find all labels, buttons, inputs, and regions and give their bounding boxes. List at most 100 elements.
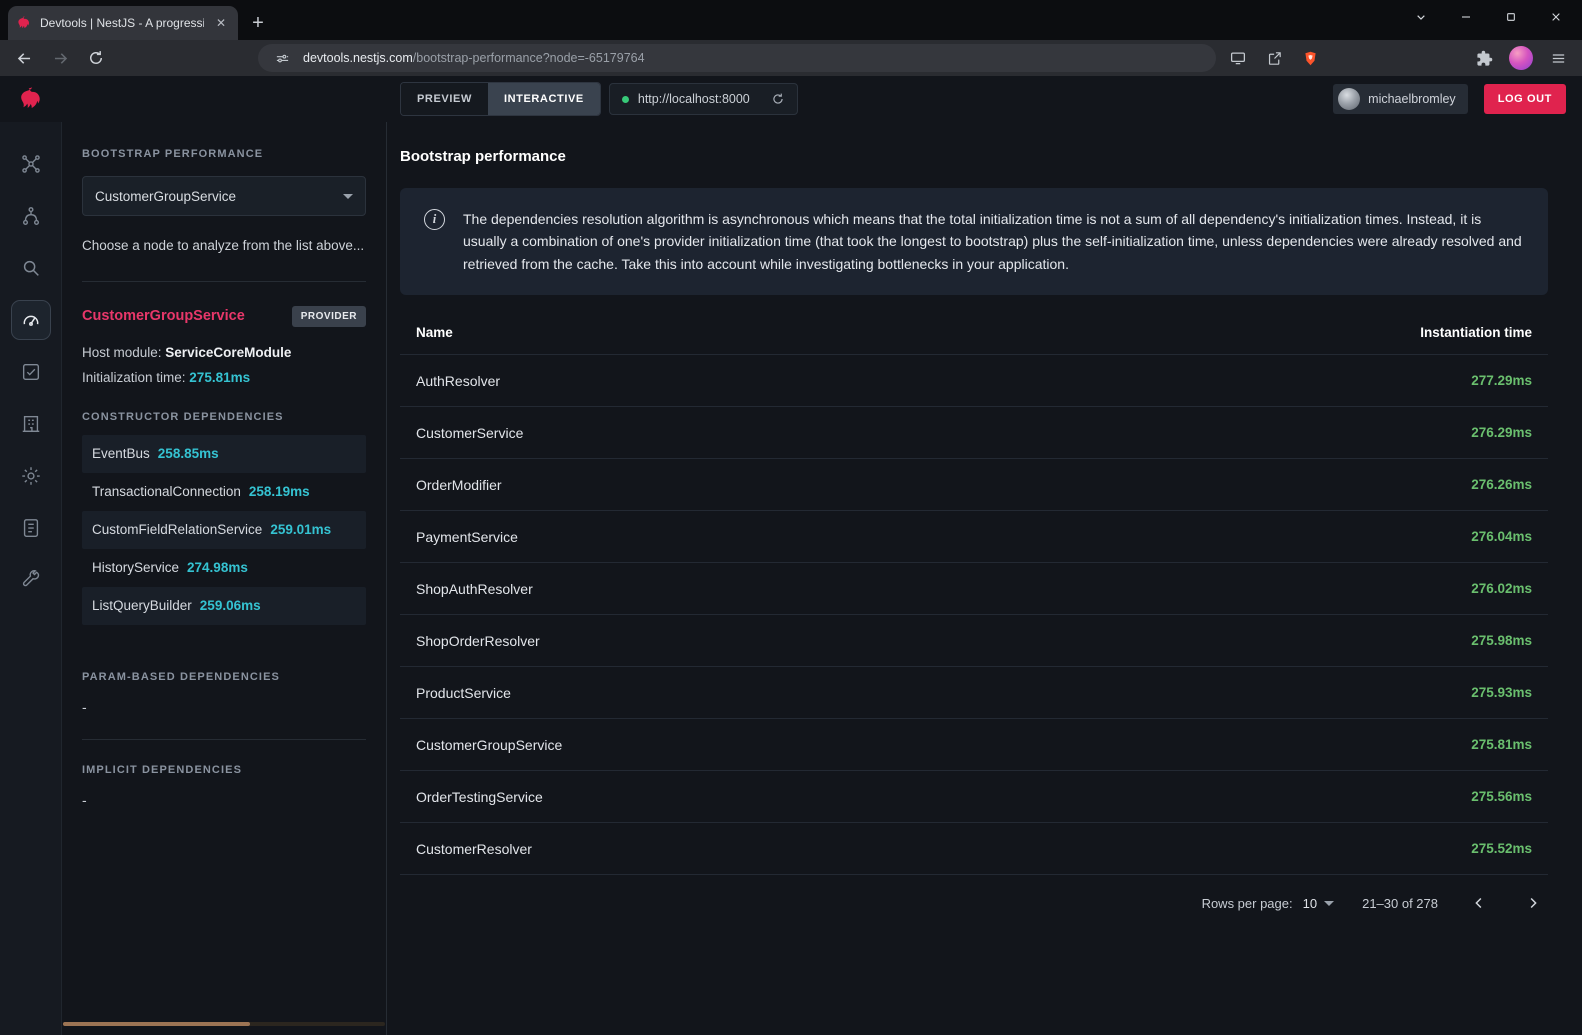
nav-routes-icon[interactable] bbox=[11, 196, 51, 236]
new-tab-button[interactable]: + bbox=[244, 9, 272, 37]
interactive-mode-button[interactable]: INTERACTIVE bbox=[488, 83, 600, 115]
cast-tab-icon[interactable] bbox=[1226, 46, 1250, 70]
site-settings-icon[interactable] bbox=[270, 46, 294, 70]
dependency-item[interactable]: EventBus 258.85ms bbox=[82, 435, 366, 473]
table-row[interactable]: ProductService 275.93ms bbox=[400, 666, 1548, 718]
dependency-name: TransactionalConnection bbox=[92, 484, 241, 499]
row-instantiation-time: 277.29ms bbox=[1471, 373, 1532, 388]
table-row[interactable]: CustomerResolver 275.52ms bbox=[400, 822, 1548, 874]
info-icon: i bbox=[424, 209, 445, 230]
rows-per-page-value: 10 bbox=[1303, 896, 1317, 911]
row-name: ProductService bbox=[416, 685, 511, 701]
nav-search-icon[interactable] bbox=[11, 248, 51, 288]
share-icon[interactable] bbox=[1262, 46, 1286, 70]
scrollbar-thumb[interactable] bbox=[63, 1022, 250, 1026]
nav-checklist-icon[interactable] bbox=[11, 352, 51, 392]
bootstrap-sidebar: BOOTSTRAP PERFORMANCE CustomerGroupServi… bbox=[62, 122, 387, 1035]
dependency-time: 258.85ms bbox=[158, 446, 219, 461]
row-instantiation-time: 276.26ms bbox=[1471, 477, 1532, 492]
table-row[interactable]: CustomerGroupService 275.81ms bbox=[400, 718, 1548, 770]
row-name: CustomerService bbox=[416, 425, 523, 441]
constructor-dependency-list: EventBus 258.85ms TransactionalConnectio… bbox=[82, 435, 366, 625]
browser-profile-avatar[interactable] bbox=[1509, 46, 1533, 70]
connection-status-dot bbox=[622, 96, 629, 103]
table-row[interactable]: ShopAuthResolver 276.02ms bbox=[400, 562, 1548, 614]
column-name: Name bbox=[416, 325, 453, 340]
user-chip[interactable]: michaelbromley bbox=[1333, 84, 1468, 114]
forward-button[interactable] bbox=[48, 46, 72, 70]
dependency-time: 258.19ms bbox=[249, 484, 310, 499]
target-url-field[interactable]: http://localhost:8000 bbox=[609, 83, 798, 115]
init-time-row: Initialization time: 275.81ms bbox=[82, 370, 366, 385]
init-time-value: 275.81ms bbox=[189, 370, 250, 385]
reload-button[interactable] bbox=[84, 46, 108, 70]
main-content: Bootstrap performance i The dependencies… bbox=[387, 122, 1582, 1035]
implicit-deps-empty: - bbox=[82, 792, 366, 808]
dependency-item[interactable]: HistoryService 274.98ms bbox=[82, 549, 366, 587]
nav-graph-icon[interactable] bbox=[11, 144, 51, 184]
row-instantiation-time: 275.93ms bbox=[1471, 685, 1532, 700]
row-name: PaymentService bbox=[416, 529, 518, 545]
table-row[interactable]: CustomerService 276.29ms bbox=[400, 406, 1548, 458]
nav-settings-gear-icon[interactable] bbox=[11, 456, 51, 496]
brave-shields-icon[interactable] bbox=[1298, 46, 1322, 70]
nav-tools-wrench-icon[interactable] bbox=[11, 560, 51, 600]
host-module-label: Host module: bbox=[82, 345, 165, 360]
dependency-time: 259.01ms bbox=[270, 522, 331, 537]
horizontal-scrollbar[interactable] bbox=[63, 1022, 385, 1026]
preview-mode-button[interactable]: PREVIEW bbox=[401, 83, 488, 115]
rows-per-page-label: Rows per page: bbox=[1202, 896, 1293, 911]
browser-menu-icon[interactable] bbox=[1546, 46, 1570, 70]
row-name: OrderModifier bbox=[416, 477, 502, 493]
table-row[interactable]: OrderModifier 276.26ms bbox=[400, 458, 1548, 510]
window-close-button[interactable] bbox=[1533, 1, 1578, 33]
browser-tab[interactable]: Devtools | NestJS - A progressive ✕ bbox=[8, 6, 238, 40]
dependency-time: 274.98ms bbox=[187, 560, 248, 575]
dependency-name: HistoryService bbox=[92, 560, 179, 575]
user-avatar bbox=[1338, 88, 1360, 110]
address-bar[interactable]: devtools.nestjs.com/bootstrap-performanc… bbox=[258, 44, 1216, 72]
nestjs-favicon-icon bbox=[16, 15, 32, 31]
nav-modules-icon[interactable] bbox=[11, 404, 51, 444]
user-name: michaelbromley bbox=[1368, 92, 1456, 106]
row-instantiation-time: 275.52ms bbox=[1471, 841, 1532, 856]
previous-page-icon[interactable] bbox=[1466, 890, 1492, 916]
extensions-icon[interactable] bbox=[1472, 46, 1496, 70]
nav-performance-gauge-icon[interactable] bbox=[11, 300, 51, 340]
dependency-item[interactable]: TransactionalConnection 258.19ms bbox=[82, 473, 366, 511]
url-domain: devtools.nestjs.com bbox=[303, 51, 413, 65]
window-maximize-button[interactable] bbox=[1488, 1, 1533, 33]
back-button[interactable] bbox=[12, 46, 36, 70]
dependency-item[interactable]: ListQueryBuilder 259.06ms bbox=[82, 587, 366, 625]
logout-button[interactable]: LOG OUT bbox=[1484, 84, 1566, 114]
window-minimize-button[interactable] bbox=[1443, 1, 1488, 33]
init-time-label: Initialization time: bbox=[82, 370, 189, 385]
tab-close-icon[interactable]: ✕ bbox=[212, 14, 230, 32]
dependency-name: CustomFieldRelationService bbox=[92, 522, 262, 537]
preview-mode-toggle: PREVIEW INTERACTIVE bbox=[400, 82, 601, 116]
nav-docs-icon[interactable] bbox=[11, 508, 51, 548]
url-text: devtools.nestjs.com/bootstrap-performanc… bbox=[303, 51, 645, 65]
rows-per-page-select[interactable]: 10 bbox=[1303, 896, 1334, 911]
row-name: ShopOrderResolver bbox=[416, 633, 540, 649]
divider bbox=[82, 739, 366, 740]
selected-node-name: CustomerGroupService bbox=[82, 308, 245, 324]
chevron-down-icon bbox=[1324, 901, 1334, 906]
target-refresh-icon[interactable] bbox=[771, 92, 785, 106]
dependency-name: EventBus bbox=[92, 446, 150, 461]
browser-tabstrip: Devtools | NestJS - A progressive ✕ + bbox=[0, 0, 1582, 40]
node-select-dropdown[interactable]: CustomerGroupService bbox=[82, 176, 366, 216]
row-name: ShopAuthResolver bbox=[416, 581, 533, 597]
table-row[interactable]: AuthResolver 277.29ms bbox=[400, 354, 1548, 406]
dependency-item[interactable]: CustomFieldRelationService 259.01ms bbox=[82, 511, 366, 549]
next-page-icon[interactable] bbox=[1520, 890, 1546, 916]
url-path: /bootstrap-performance?node=-65179764 bbox=[413, 51, 645, 65]
table-row[interactable]: OrderTestingService 275.56ms bbox=[400, 770, 1548, 822]
table-row[interactable]: PaymentService 276.04ms bbox=[400, 510, 1548, 562]
browser-toolbar: devtools.nestjs.com/bootstrap-performanc… bbox=[0, 40, 1582, 76]
row-instantiation-time: 276.04ms bbox=[1471, 529, 1532, 544]
tab-search-icon[interactable] bbox=[1398, 1, 1443, 33]
node-select-hint: Choose a node to analyze from the list a… bbox=[82, 236, 366, 257]
bootstrap-table: Name Instantiation time AuthResolver 277… bbox=[400, 311, 1548, 875]
table-row[interactable]: ShopOrderResolver 275.98ms bbox=[400, 614, 1548, 666]
